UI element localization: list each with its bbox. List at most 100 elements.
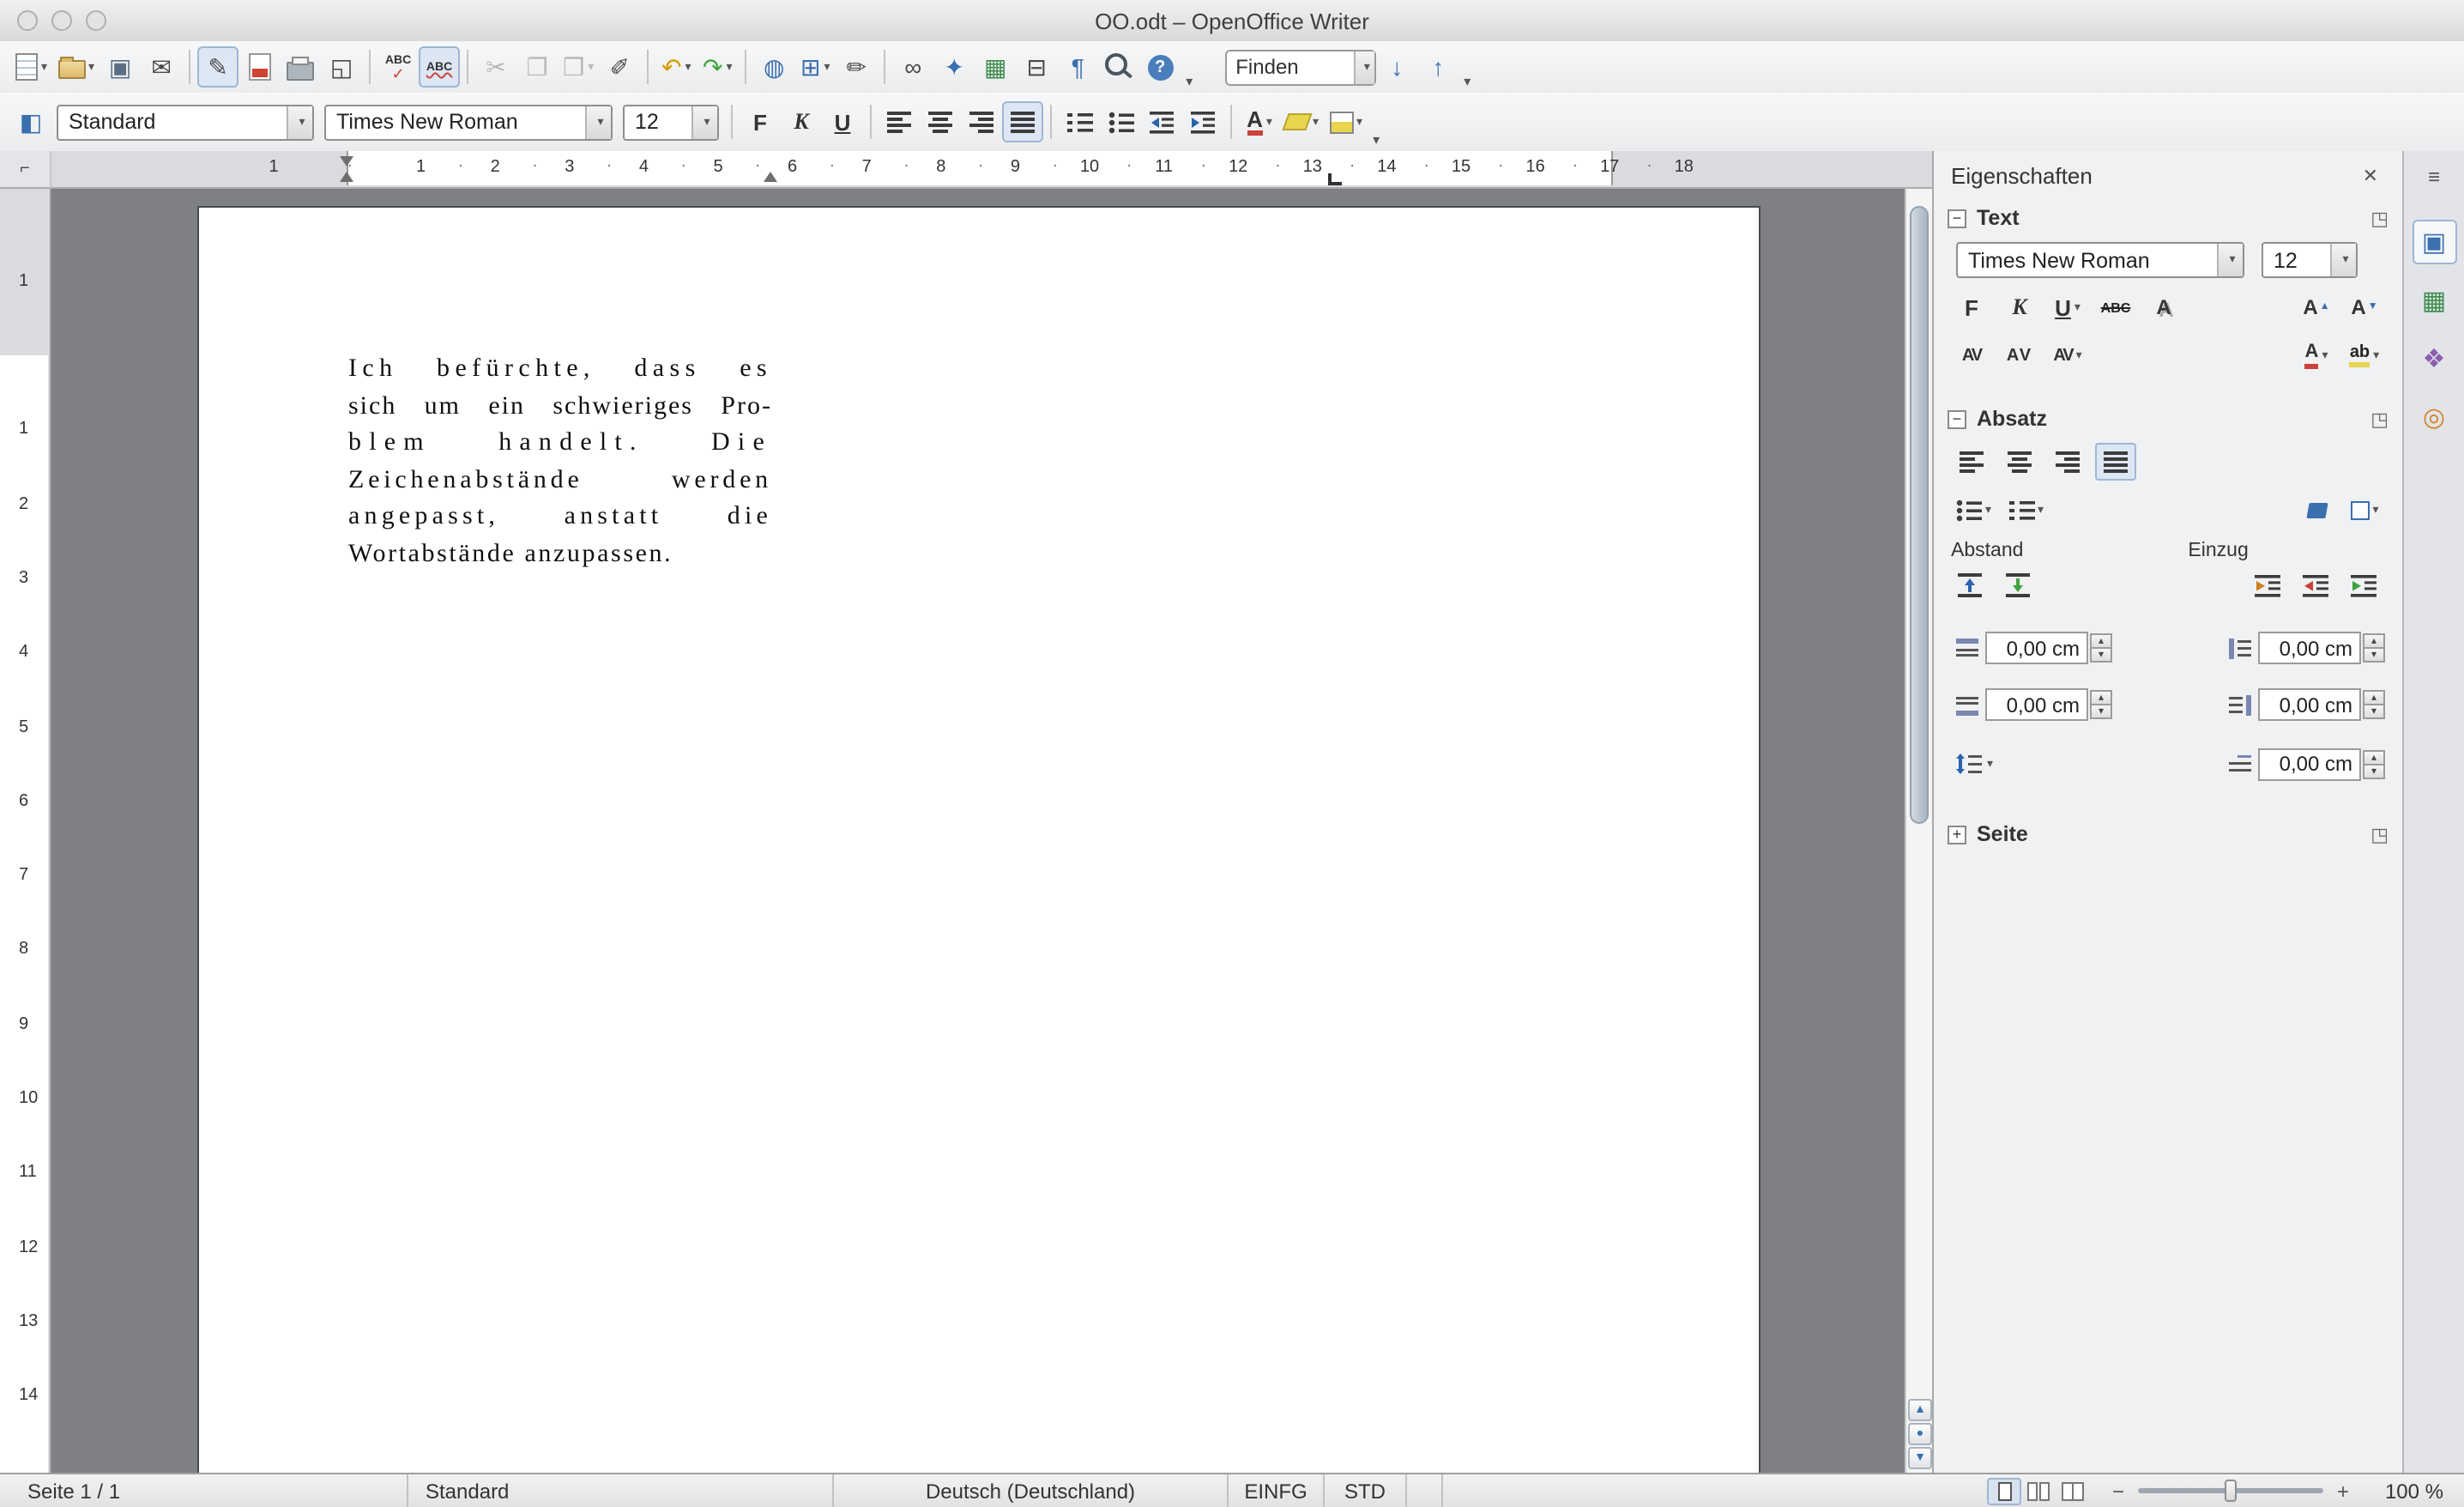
indent-before-down-button[interactable]: ▾ xyxy=(2363,647,2385,663)
collapse-absatz-section-button[interactable]: − xyxy=(1948,409,1966,428)
sidebar-shadow-button[interactable]: A xyxy=(2143,288,2184,326)
status-selection-mode[interactable]: STD xyxy=(1325,1474,1407,1507)
tab-stop-type-button[interactable]: ⌐ xyxy=(0,151,51,189)
zoom-button[interactable] xyxy=(1098,46,1139,88)
find-next-button[interactable]: ↓ xyxy=(1376,46,1417,88)
sidebar-decrease-indent-button[interactable] xyxy=(2296,566,2337,604)
export-pdf-button[interactable] xyxy=(239,46,280,88)
decrease-indent-button[interactable] xyxy=(1141,101,1182,142)
zoom-out-button[interactable]: − xyxy=(2107,1479,2129,1503)
new-document-button[interactable]: ▾ xyxy=(10,46,52,88)
decrease-font-size-button[interactable]: A ▼ xyxy=(2344,288,2385,326)
paragraph-fill-button[interactable] xyxy=(2296,491,2337,529)
hyperlink-button[interactable]: ◍ xyxy=(753,46,794,88)
styles-deck-tab[interactable]: ❖ xyxy=(2412,336,2456,381)
formatting-toolbar-options-button[interactable]: ▾ xyxy=(1373,132,1380,148)
font-color-button[interactable]: A ▾ xyxy=(1239,101,1280,142)
find-toolbar-options-button[interactable]: ▾ xyxy=(1464,74,1471,89)
expand-seite-section-button[interactable]: + xyxy=(1948,825,1966,844)
next-page-button[interactable]: ▼ xyxy=(1908,1447,1932,1469)
highlight-color-button[interactable]: ▾ xyxy=(1280,101,1324,142)
email-button[interactable]: ✉ xyxy=(141,46,182,88)
line-spacing-button[interactable]: ▾ xyxy=(1951,745,1998,783)
left-indent-marker[interactable] xyxy=(340,172,353,182)
close-sidebar-button[interactable]: ✕ xyxy=(2356,160,2385,190)
save-button[interactable]: ▣ xyxy=(100,46,141,88)
align-justify-button[interactable] xyxy=(1002,101,1043,142)
find-dropdown-button[interactable]: ▾ xyxy=(1354,51,1375,83)
sidebar-increase-indent-button[interactable] xyxy=(2248,566,2289,604)
first-line-indent-marker[interactable] xyxy=(340,156,353,166)
page-preview-button[interactable]: ◱ xyxy=(321,46,362,88)
document-text[interactable]: Ich befürchte, dass es sich um ein schwi… xyxy=(348,352,772,573)
decrease-char-spacing-button[interactable]: AV xyxy=(1951,336,1992,374)
zoom-level[interactable]: 100 % xyxy=(2354,1479,2464,1503)
status-insert-mode[interactable]: EINFG xyxy=(1229,1474,1325,1507)
sidebar-font-size-combo[interactable]: 12 ▾ xyxy=(2262,242,2358,278)
increase-indent-button[interactable] xyxy=(1182,101,1223,142)
paragraph-background-color-button[interactable]: ▾ xyxy=(2344,491,2385,529)
indent-after-field[interactable]: 0,00 cm xyxy=(2258,688,2361,721)
gallery-button[interactable]: ▦ xyxy=(975,46,1016,88)
bullets-button[interactable] xyxy=(1100,101,1141,142)
first-line-indent-down-button[interactable]: ▾ xyxy=(2363,763,2385,778)
increase-paragraph-spacing-button[interactable] xyxy=(1951,566,1992,604)
sidebar-numbering-button[interactable]: ▾ xyxy=(2003,491,2049,529)
sidebar-align-right-button[interactable] xyxy=(2047,443,2088,481)
sidebar-menu-button[interactable]: ≡ xyxy=(2412,161,2456,192)
print-button[interactable] xyxy=(280,46,321,88)
underline-button[interactable]: U xyxy=(822,101,863,142)
sidebar-align-justify-button[interactable] xyxy=(2095,443,2136,481)
font-size-combo[interactable]: 12 ▾ xyxy=(623,104,719,140)
paragraph-style-dropdown-button[interactable]: ▾ xyxy=(287,106,312,138)
sidebar-bold-button[interactable]: F xyxy=(1951,288,1992,326)
edit-file-button[interactable]: ✎ xyxy=(197,46,239,88)
italic-button[interactable]: K xyxy=(781,101,822,142)
sidebar-strikethrough-button[interactable]: ABC xyxy=(2095,288,2136,326)
align-left-button[interactable] xyxy=(879,101,920,142)
minimize-window-button[interactable] xyxy=(51,10,72,31)
gallery-deck-tab[interactable]: ▦ xyxy=(2412,278,2456,323)
zoom-slider-thumb[interactable] xyxy=(2224,1480,2237,1502)
seite-dialog-launcher[interactable]: ◳ xyxy=(2370,823,2389,845)
redo-button[interactable]: ↷ ▾ xyxy=(697,46,738,88)
spacing-above-down-button[interactable]: ▾ xyxy=(2090,647,2112,663)
zoom-slider[interactable] xyxy=(2137,1480,2323,1502)
navigator-deck-tab[interactable]: ◎ xyxy=(2412,395,2456,439)
draw-functions-button[interactable]: ✏ xyxy=(836,46,877,88)
spacing-below-field[interactable]: 0,00 cm xyxy=(1985,688,2088,721)
align-center-button[interactable] xyxy=(920,101,961,142)
vertical-scrollbar[interactable]: ▲ ● ▼ xyxy=(1905,189,1932,1473)
view-single-page-button[interactable] xyxy=(1986,1477,2021,1504)
status-page-style[interactable]: Standard xyxy=(408,1474,834,1507)
close-window-button[interactable] xyxy=(17,10,38,31)
collapse-text-section-button[interactable]: − xyxy=(1948,209,1966,227)
view-book-button[interactable] xyxy=(2056,1477,2090,1504)
sidebar-font-name-dropdown[interactable]: ▾ xyxy=(2217,244,2243,276)
sidebar-font-color-button[interactable]: A ▾ xyxy=(2296,336,2337,374)
spellcheck-button[interactable]: ABC ✓ xyxy=(377,46,419,88)
bold-button[interactable]: F xyxy=(740,101,781,142)
find-previous-button[interactable]: ↑ xyxy=(1417,46,1458,88)
zoom-window-button[interactable] xyxy=(86,10,106,31)
char-spacing-dropdown-button[interactable]: AV ▾ xyxy=(2047,336,2088,374)
open-button[interactable]: ▾ xyxy=(52,46,100,88)
status-language[interactable]: Deutsch (Deutschland) xyxy=(834,1474,1229,1507)
scrollbar-thumb[interactable] xyxy=(1910,206,1929,824)
table-button[interactable]: ⊞ ▾ xyxy=(794,46,836,88)
sidebar-italic-button[interactable]: K xyxy=(1999,288,2040,326)
right-indent-marker[interactable] xyxy=(764,172,777,182)
align-right-button[interactable] xyxy=(961,101,1002,142)
increase-font-size-button[interactable]: A ▲ xyxy=(2296,288,2337,326)
sidebar-font-name-combo[interactable]: Times New Roman ▾ xyxy=(1956,242,2244,278)
status-page[interactable]: Seite 1 / 1 xyxy=(0,1474,408,1507)
formatting-marks-button[interactable]: ¶ xyxy=(1057,46,1098,88)
paste-button[interactable]: ❒ ▾ xyxy=(558,46,599,88)
navigation-button[interactable]: ● xyxy=(1908,1423,1932,1445)
indent-before-field[interactable]: 0,00 cm xyxy=(2258,632,2361,664)
paragraph-style-combo[interactable]: Standard ▾ xyxy=(57,104,314,140)
font-name-dropdown-button[interactable]: ▾ xyxy=(585,106,611,138)
sidebar-bullets-button[interactable]: ▾ xyxy=(1951,491,1996,529)
view-multi-page-button[interactable] xyxy=(2021,1477,2056,1504)
properties-deck-tab[interactable]: ▣ xyxy=(2412,220,2456,264)
